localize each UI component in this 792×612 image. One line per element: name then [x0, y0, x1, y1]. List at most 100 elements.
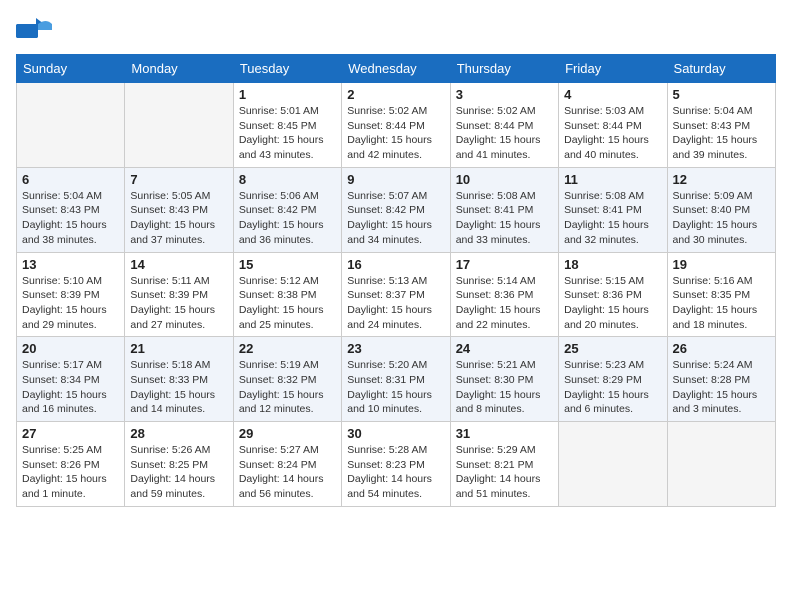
day-info: Sunrise: 5:19 AM Sunset: 8:32 PM Dayligh…: [239, 358, 336, 417]
calendar-day-empty: [17, 83, 125, 168]
calendar-day-31: 31Sunrise: 5:29 AM Sunset: 8:21 PM Dayli…: [450, 422, 558, 507]
day-number: 26: [673, 341, 770, 356]
calendar-day-8: 8 Sunrise: 5:06 AM Sunset: 8:42 PM Daylig…: [233, 167, 341, 252]
calendar-day-5: 5Sunrise: 5:04 AM Sunset: 8:43 PM Daylig…: [667, 83, 775, 168]
day-info: Sunrise: 5:08 AM Sunset: 8:41 PM Dayligh…: [456, 189, 553, 248]
calendar-day-6: 6Sunrise: 5:04 AM Sunset: 8:43 PM Daylig…: [17, 167, 125, 252]
calendar-day-2: 2 Sunrise: 5:02 AM Sunset: 8:44 PM Daylig…: [342, 83, 450, 168]
day-number: 6: [22, 172, 119, 187]
day-number: 31: [456, 426, 553, 441]
day-info: Sunrise: 5:15 AM Sunset: 8:36 PM Dayligh…: [564, 274, 661, 333]
day-info: Sunrise: 5:18 AM Sunset: 8:33 PM Dayligh…: [130, 358, 227, 417]
day-info: Sunrise: 5:13 AM Sunset: 8:37 PM Dayligh…: [347, 274, 444, 333]
col-header-tuesday: Tuesday: [233, 55, 341, 83]
day-info: Sunrise: 5:10 AM Sunset: 8:39 PM Dayligh…: [22, 274, 119, 333]
day-number: 19: [673, 257, 770, 272]
day-info: Sunrise: 5:14 AM Sunset: 8:36 PM Dayligh…: [456, 274, 553, 333]
day-number: 11: [564, 172, 661, 187]
day-info: Sunrise: 5:24 AM Sunset: 8:28 PM Dayligh…: [673, 358, 770, 417]
day-number: 8: [239, 172, 336, 187]
calendar-week-1: 1 Sunrise: 5:01 AM Sunset: 8:45 PM Daylig…: [17, 83, 776, 168]
day-info: Sunrise: 5:04 AM Sunset: 8:43 PM Dayligh…: [673, 104, 770, 163]
day-number: 14: [130, 257, 227, 272]
calendar-day-15: 15 Sunrise: 5:12 AM Sunset: 8:38 PM Dayli…: [233, 252, 341, 337]
day-info: Sunrise: 5:27 AM Sunset: 8:24 PM Dayligh…: [239, 443, 336, 502]
calendar-day-21: 21 Sunrise: 5:18 AM Sunset: 8:33 PM Dayli…: [125, 337, 233, 422]
calendar-day-16: 16 Sunrise: 5:13 AM Sunset: 8:37 PM Dayli…: [342, 252, 450, 337]
day-info: Sunrise: 5:09 AM Sunset: 8:40 PM Dayligh…: [673, 189, 770, 248]
day-number: 28: [130, 426, 227, 441]
day-number: 17: [456, 257, 553, 272]
calendar-day-empty: [667, 422, 775, 507]
day-number: 12: [673, 172, 770, 187]
calendar-day-empty: [125, 83, 233, 168]
calendar-day-13: 13Sunrise: 5:10 AM Sunset: 8:39 PM Dayli…: [17, 252, 125, 337]
calendar: SundayMondayTuesdayWednesdayThursdayFrid…: [16, 54, 776, 507]
logo-icon: [16, 16, 52, 44]
logo: [16, 16, 54, 44]
calendar-day-23: 23 Sunrise: 5:20 AM Sunset: 8:31 PM Dayli…: [342, 337, 450, 422]
day-info: Sunrise: 5:23 AM Sunset: 8:29 PM Dayligh…: [564, 358, 661, 417]
day-number: 24: [456, 341, 553, 356]
calendar-day-25: 25 Sunrise: 5:23 AM Sunset: 8:29 PM Dayli…: [559, 337, 667, 422]
calendar-day-29: 29 Sunrise: 5:27 AM Sunset: 8:24 PM Dayli…: [233, 422, 341, 507]
calendar-day-26: 26 Sunrise: 5:24 AM Sunset: 8:28 PM Dayli…: [667, 337, 775, 422]
calendar-week-2: 6Sunrise: 5:04 AM Sunset: 8:43 PM Daylig…: [17, 167, 776, 252]
calendar-day-27: 27Sunrise: 5:25 AM Sunset: 8:26 PM Dayli…: [17, 422, 125, 507]
day-info: Sunrise: 5:01 AM Sunset: 8:45 PM Dayligh…: [239, 104, 336, 163]
day-number: 1: [239, 87, 336, 102]
day-number: 3: [456, 87, 553, 102]
calendar-day-empty: [559, 422, 667, 507]
calendar-day-28: 28 Sunrise: 5:26 AM Sunset: 8:25 PM Dayli…: [125, 422, 233, 507]
day-info: Sunrise: 5:28 AM Sunset: 8:23 PM Dayligh…: [347, 443, 444, 502]
calendar-day-9: 9 Sunrise: 5:07 AM Sunset: 8:42 PM Daylig…: [342, 167, 450, 252]
page-header: [16, 16, 776, 44]
col-header-sunday: Sunday: [17, 55, 125, 83]
calendar-day-30: 30 Sunrise: 5:28 AM Sunset: 8:23 PM Dayli…: [342, 422, 450, 507]
day-number: 16: [347, 257, 444, 272]
calendar-day-20: 20Sunrise: 5:17 AM Sunset: 8:34 PM Dayli…: [17, 337, 125, 422]
day-number: 18: [564, 257, 661, 272]
calendar-week-5: 27Sunrise: 5:25 AM Sunset: 8:26 PM Dayli…: [17, 422, 776, 507]
calendar-day-3: 3 Sunrise: 5:02 AM Sunset: 8:44 PM Daylig…: [450, 83, 558, 168]
day-info: Sunrise: 5:02 AM Sunset: 8:44 PM Dayligh…: [347, 104, 444, 163]
day-number: 29: [239, 426, 336, 441]
day-number: 9: [347, 172, 444, 187]
day-info: Sunrise: 5:05 AM Sunset: 8:43 PM Dayligh…: [130, 189, 227, 248]
calendar-day-4: 4 Sunrise: 5:03 AM Sunset: 8:44 PM Daylig…: [559, 83, 667, 168]
calendar-day-14: 14 Sunrise: 5:11 AM Sunset: 8:39 PM Dayli…: [125, 252, 233, 337]
day-info: Sunrise: 5:26 AM Sunset: 8:25 PM Dayligh…: [130, 443, 227, 502]
day-info: Sunrise: 5:08 AM Sunset: 8:41 PM Dayligh…: [564, 189, 661, 248]
day-info: Sunrise: 5:12 AM Sunset: 8:38 PM Dayligh…: [239, 274, 336, 333]
day-info: Sunrise: 5:02 AM Sunset: 8:44 PM Dayligh…: [456, 104, 553, 163]
day-number: 10: [456, 172, 553, 187]
calendar-day-24: 24Sunrise: 5:21 AM Sunset: 8:30 PM Dayli…: [450, 337, 558, 422]
calendar-day-7: 7Sunrise: 5:05 AM Sunset: 8:43 PM Daylig…: [125, 167, 233, 252]
day-info: Sunrise: 5:07 AM Sunset: 8:42 PM Dayligh…: [347, 189, 444, 248]
day-info: Sunrise: 5:06 AM Sunset: 8:42 PM Dayligh…: [239, 189, 336, 248]
day-info: Sunrise: 5:16 AM Sunset: 8:35 PM Dayligh…: [673, 274, 770, 333]
col-header-wednesday: Wednesday: [342, 55, 450, 83]
calendar-day-1: 1 Sunrise: 5:01 AM Sunset: 8:45 PM Daylig…: [233, 83, 341, 168]
day-number: 15: [239, 257, 336, 272]
col-header-saturday: Saturday: [667, 55, 775, 83]
day-info: Sunrise: 5:25 AM Sunset: 8:26 PM Dayligh…: [22, 443, 119, 502]
day-info: Sunrise: 5:11 AM Sunset: 8:39 PM Dayligh…: [130, 274, 227, 333]
calendar-header-row: SundayMondayTuesdayWednesdayThursdayFrid…: [17, 55, 776, 83]
day-info: Sunrise: 5:20 AM Sunset: 8:31 PM Dayligh…: [347, 358, 444, 417]
day-info: Sunrise: 5:03 AM Sunset: 8:44 PM Dayligh…: [564, 104, 661, 163]
col-header-friday: Friday: [559, 55, 667, 83]
calendar-day-10: 10 Sunrise: 5:08 AM Sunset: 8:41 PM Dayli…: [450, 167, 558, 252]
col-header-monday: Monday: [125, 55, 233, 83]
day-number: 25: [564, 341, 661, 356]
day-number: 2: [347, 87, 444, 102]
day-number: 21: [130, 341, 227, 356]
day-number: 30: [347, 426, 444, 441]
day-number: 4: [564, 87, 661, 102]
col-header-thursday: Thursday: [450, 55, 558, 83]
calendar-week-4: 20Sunrise: 5:17 AM Sunset: 8:34 PM Dayli…: [17, 337, 776, 422]
day-number: 23: [347, 341, 444, 356]
calendar-day-18: 18 Sunrise: 5:15 AM Sunset: 8:36 PM Dayli…: [559, 252, 667, 337]
calendar-day-17: 17 Sunrise: 5:14 AM Sunset: 8:36 PM Dayli…: [450, 252, 558, 337]
day-number: 20: [22, 341, 119, 356]
